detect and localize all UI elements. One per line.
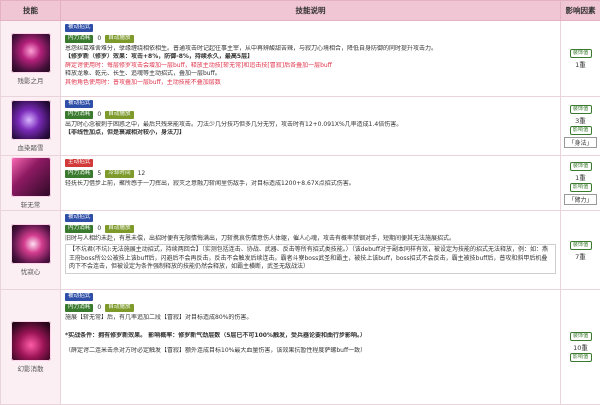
tag-cast: 自动施放 [105, 111, 134, 119]
skill-tags: 被动招式 [65, 99, 556, 109]
skill-icon-cell: 残影之月 [0, 20, 61, 97]
tag-type: 被动招式 [65, 214, 94, 222]
table-row: 血染踏雪 被动招式 内力消耗 0 自动施放 出刀时心念被刺于困惑之中，最后只残来… [0, 96, 600, 156]
skill-tags: 内力消耗 0 自动施放 [65, 34, 556, 44]
impact-badge: 装饰值 [569, 162, 592, 171]
skill-icon [10, 321, 51, 361]
tag-cooldown: 冷却时间 [105, 170, 134, 178]
impact-badge: 影响值 [569, 183, 592, 192]
skill-description: 被动招式 内力消耗 0 自动施放 恩怨纠葛难舍难分，孽缘缠绕相依相生。普通攻击时… [60, 20, 561, 97]
desc-line: 【不坑君(不坑):无法施展主动招式，持续两回合】（实测包括连击、协战、武器、反击… [69, 246, 548, 271]
desc-line: 薛定谔使用时：每层修罗攻击会增加一层buff，释放主动技[斩无常]和追击技[冒寂… [65, 61, 332, 69]
table-row: 斩无常 主动招式 内力消耗 5 冷却时间 12 轻抚长刀借步上前，聚所感于一刀挥… [0, 155, 600, 211]
impact-attribute: 「身法」 [564, 137, 597, 148]
impact-value: 1重 [575, 174, 586, 182]
skill-tags: 被动招式 [65, 292, 556, 302]
skill-name: 斩无常 [20, 201, 41, 209]
skill-name: 血染踏雪 [17, 144, 44, 152]
skills-table: 技能 技能说明 影响因素 残影之月 被动招式 内力消耗 0 自动施放 恩怨纠葛难… [0, 0, 600, 405]
cooldown-value: 12 [137, 169, 146, 177]
impact-cell: 装饰值 3重 影响值 「身法」 [560, 96, 600, 156]
impact-badge: 装饰值 [569, 49, 592, 58]
desc-line: 出刀时心念被刺于困惑之中，最后只残来能攻击。刀法少几分技巧但多几分无穷，攻击时有… [65, 121, 403, 128]
skill-description: 主动招式 内力消耗 5 冷却时间 12 轻抚长刀借步上前，聚所感于一刀挥出，寂灭… [60, 155, 561, 211]
desc-line: 【修罗新（修罗）效果：攻击+8%，防御-8%，持续永久，最高5层】 [65, 53, 254, 61]
tag-mana: 内力消耗 [65, 304, 94, 312]
impact-badge: 影响值 [569, 353, 592, 362]
table-row: 残影之月 被动招式 内力消耗 0 自动施放 恩怨纠葛难舍难分，孽缘缠绕相依相生。… [0, 20, 600, 97]
desc-line: 轻抚长刀借步上前，聚所感于一刀挥出，寂灭之意融刀斩闻里伤敌手，对目标造成1200… [65, 180, 355, 187]
impact-value: 1重 [575, 61, 586, 69]
header-impact: 影响因素 [560, 0, 600, 21]
skill-tags: 内力消耗 5 冷却时间 12 [65, 169, 556, 179]
impact-value: 7重 [575, 252, 586, 261]
mana-value: 5 [97, 169, 102, 177]
impact-cell: 装饰值 7重 [560, 210, 600, 290]
skill-tags: 内力消耗 0 自动施放 [65, 110, 556, 120]
tag-mana: 内力消耗 [65, 170, 94, 178]
skill-tags: 内力消耗 0 自动施放 [65, 224, 556, 234]
mana-value: 0 [97, 110, 102, 118]
table-header-row: 技能 技能说明 影响因素 [0, 0, 600, 21]
desc-line: 恩怨纠葛难舍难分，孽缘缠绕相依相生。普通攻击时记起往事主宰，从中再辨酸甜苦辣，与… [65, 45, 438, 52]
desc-line: 施展【斩无常】后，有几率追加二段【冒寂】对目标造成80%的伤害。 [65, 314, 253, 321]
impact-cell: 装饰值 1重 [560, 20, 600, 97]
tag-type: 主动招式 [65, 159, 94, 167]
header-description: 技能说明 [60, 0, 561, 21]
impact-attribute: 「臂力」 [564, 194, 597, 205]
desc-line: 旧时与人相约未赴，有恩未偿，出招时便有无限情悔满出，刀斩携哀伤情意伤人体躯，催人… [65, 235, 456, 242]
tag-mana: 内力消耗 [65, 111, 94, 119]
skill-description: 被动招式 内力消耗 0 自动施放 旧时与人相约未赴，有恩未偿，出招时便有无限情悔… [60, 210, 561, 290]
mana-value: 0 [97, 224, 102, 232]
skill-tags: 内力消耗 0 自动施放 [65, 303, 556, 313]
impact-value: 10重 [573, 344, 588, 352]
skill-icon-cell: 忧寂心 [0, 210, 61, 290]
skill-icon-cell: 幻影消散 [0, 289, 61, 405]
mana-value: 0 [97, 303, 102, 311]
debuff-box: 【不坑君(不坑):无法施展主动招式，持续两回合】（实测包括连击、协战、武器、反击… [65, 244, 556, 274]
skill-tags: 被动招式 [65, 23, 556, 33]
skill-icon [10, 157, 51, 197]
tag-type: 被动招式 [65, 293, 94, 301]
tag-cast: 自动施放 [105, 225, 134, 233]
impact-cell: 装饰值 10重 影响值 [560, 289, 600, 405]
tag-cast: 自动施放 [105, 35, 134, 43]
desc-line: 【非线性加点，但是衰减相对较小，身法刀】 [65, 129, 186, 137]
tag-mana: 内力消耗 [65, 225, 94, 233]
impact-value: 3重 [575, 117, 586, 125]
skill-icon-cell: 斩无常 [0, 155, 61, 211]
tag-cast: 自动施放 [105, 304, 134, 312]
mana-value: 0 [97, 34, 102, 42]
skill-description: 被动招式 内力消耗 0 自动施放 出刀时心念被刺于困惑之中，最后只残来能攻击。刀… [60, 96, 561, 156]
tag-type: 被动招式 [65, 100, 94, 108]
table-row: 幻影消散 被动招式 内力消耗 0 自动施放 施展【斩无常】后，有几率追加二段【冒… [0, 289, 600, 405]
skill-name: 残影之月 [17, 76, 44, 85]
desc-line: 其他角色使用时：普攻叠加一层buff，主动技能不叠加层数 [65, 78, 221, 86]
skill-icon [10, 100, 51, 140]
desc-line: （薛定谔二连米击杀对方时必定触发【冒寂】额外连成目标10%最大血量伤害，该效果抗… [65, 346, 367, 354]
skill-icon [10, 224, 51, 264]
impact-badge: 装饰值 [569, 332, 592, 341]
skill-icon [10, 32, 51, 73]
header-skill: 技能 [0, 0, 61, 21]
desc-line: 释放龙象、乾元、长生、追魂等主动招式，叠加一层buff。 [65, 70, 221, 78]
desc-line: *实战条件：拥有修罗新效果。 影响概率：修罗新气劲层数（5层已不可100%触发，… [65, 332, 366, 340]
skill-tags: 被动招式 [65, 213, 556, 223]
skill-name: 忧寂心 [20, 268, 41, 276]
impact-cell: 装饰值 1重 影响值 「臂力」 [560, 155, 600, 211]
tag-type: 被动招式 [65, 24, 94, 32]
table-row: 忧寂心 被动招式 内力消耗 0 自动施放 旧时与人相约未赴，有恩未偿，出招时便有… [0, 210, 600, 290]
skill-description: 被动招式 内力消耗 0 自动施放 施展【斩无常】后，有几率追加二段【冒寂】对目标… [60, 289, 561, 405]
skill-name: 幻影消散 [17, 365, 44, 373]
impact-badge: 影响值 [569, 126, 592, 135]
skill-tags: 主动招式 [65, 158, 556, 168]
impact-badge: 装饰值 [569, 105, 592, 114]
impact-badge: 装饰值 [569, 240, 592, 250]
skill-icon-cell: 血染踏雪 [0, 96, 61, 156]
tag-mana: 内力消耗 [65, 35, 94, 43]
